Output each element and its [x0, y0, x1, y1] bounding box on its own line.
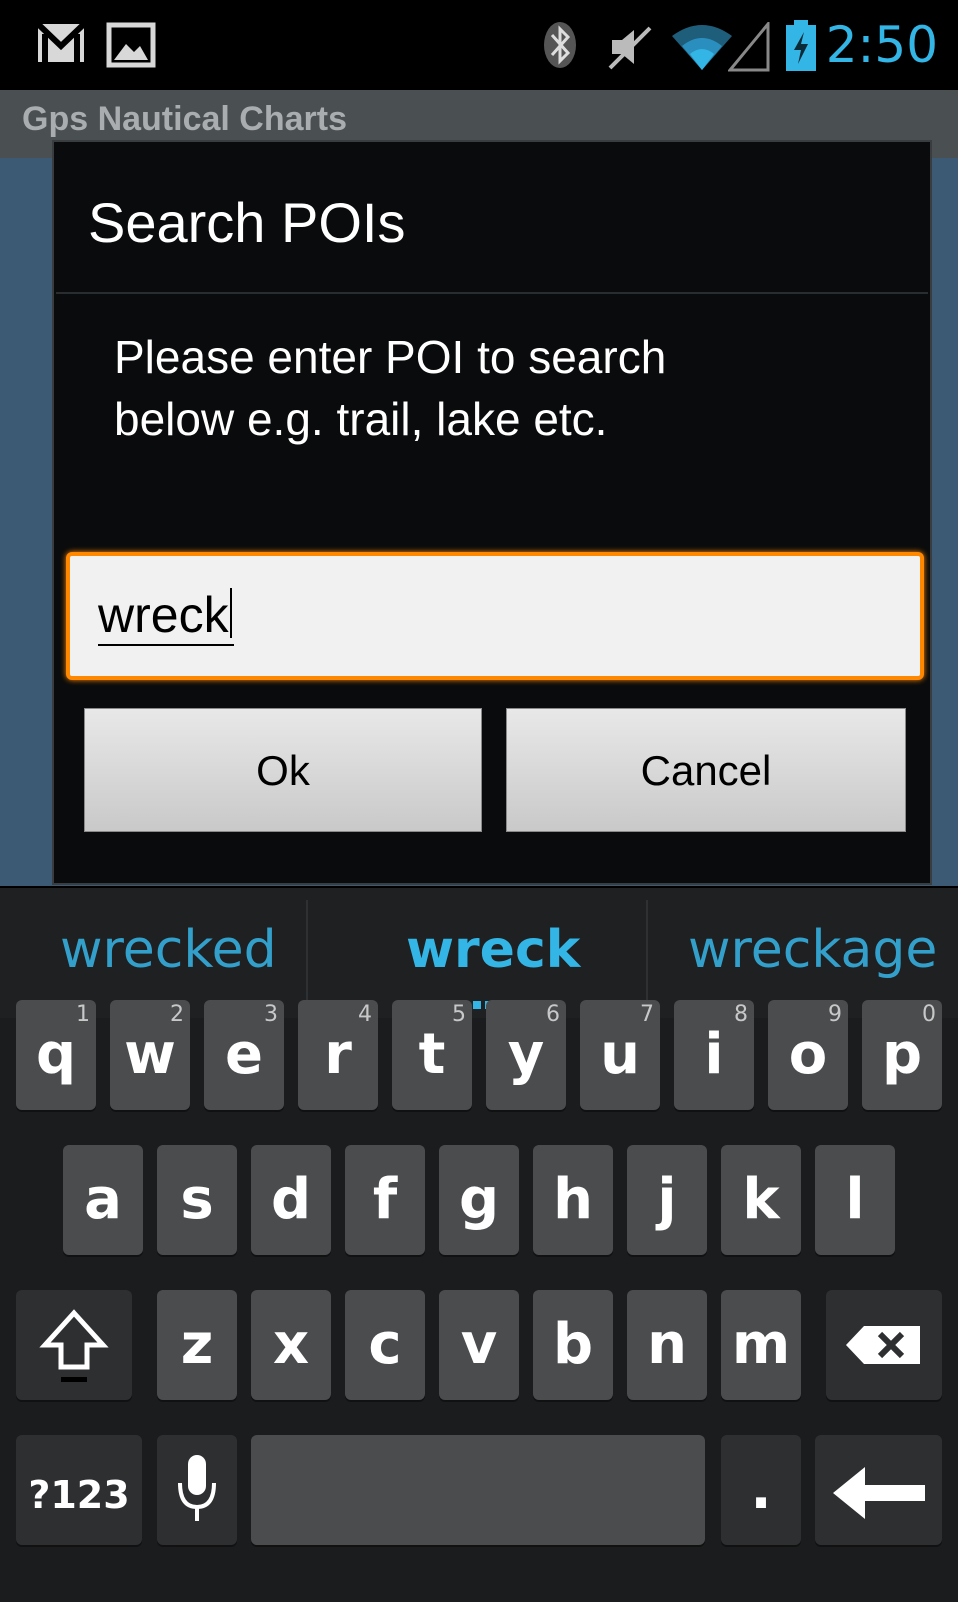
- suggestion-divider: [646, 900, 648, 1004]
- suggestion-wrecked[interactable]: wrecked: [60, 920, 277, 980]
- key-i[interactable]: i8: [674, 1000, 754, 1110]
- wifi-icon: [672, 25, 732, 70]
- muted-icon: [608, 26, 652, 70]
- key-c[interactable]: c: [345, 1290, 425, 1400]
- backspace-icon: [846, 1326, 920, 1364]
- key-m[interactable]: m: [721, 1290, 801, 1400]
- key-k[interactable]: k: [721, 1145, 801, 1255]
- battery-charging-icon: [786, 20, 816, 71]
- key-u[interactable]: u7: [580, 1000, 660, 1110]
- status-bar: 2:50: [0, 0, 958, 90]
- text-caret: [229, 588, 232, 638]
- key-z[interactable]: z: [157, 1290, 237, 1400]
- dialog-divider: [56, 292, 928, 294]
- app-title: Gps Nautical Charts: [22, 100, 347, 138]
- symbols-key[interactable]: ?123: [16, 1435, 142, 1545]
- space-key[interactable]: [251, 1435, 705, 1545]
- key-n[interactable]: n: [627, 1290, 707, 1400]
- key-p[interactable]: p0: [862, 1000, 942, 1110]
- enter-icon: [832, 1467, 925, 1519]
- ok-button[interactable]: Ok: [84, 708, 482, 832]
- poi-search-input[interactable]: wreck: [66, 552, 924, 680]
- suggestion-divider: [306, 900, 308, 1004]
- key-l[interactable]: l: [815, 1145, 895, 1255]
- suggestion-wreckage[interactable]: wreckage: [688, 920, 937, 980]
- key-o[interactable]: o9: [768, 1000, 848, 1110]
- period-key[interactable]: .: [721, 1435, 801, 1545]
- key-e[interactable]: e3: [204, 1000, 284, 1110]
- suggestion-wreck[interactable]: wreck: [406, 920, 580, 980]
- key-v[interactable]: v: [439, 1290, 519, 1400]
- delete-key[interactable]: [826, 1290, 942, 1400]
- key-h[interactable]: h: [533, 1145, 613, 1255]
- key-r[interactable]: r4: [298, 1000, 378, 1110]
- key-w[interactable]: w2: [110, 1000, 190, 1110]
- dialog-message-line-2: below e.g. trail, lake etc.: [114, 393, 608, 445]
- input-text: wreck: [98, 587, 229, 643]
- key-j[interactable]: j: [627, 1145, 707, 1255]
- poi-search-input-value[interactable]: wreck: [98, 586, 234, 646]
- key-s[interactable]: s: [157, 1145, 237, 1255]
- key-q[interactable]: q1: [16, 1000, 96, 1110]
- key-b[interactable]: b: [533, 1290, 613, 1400]
- dialog-message: Please enter POI to search below e.g. tr…: [114, 326, 894, 450]
- key-g[interactable]: g: [439, 1145, 519, 1255]
- mic-key[interactable]: [157, 1435, 237, 1545]
- dialog-title: Search POIs: [88, 191, 406, 254]
- clock: 2:50: [825, 16, 938, 74]
- key-d[interactable]: d: [251, 1145, 331, 1255]
- shift-icon: [39, 1309, 109, 1382]
- dialog-message-line-1: Please enter POI to search: [114, 331, 667, 383]
- microphone-icon: [178, 1455, 216, 1521]
- shift-key[interactable]: [16, 1290, 132, 1400]
- key-a[interactable]: a: [63, 1145, 143, 1255]
- key-t[interactable]: t5: [392, 1000, 472, 1110]
- gmail-icon: [36, 22, 86, 62]
- key-f[interactable]: f: [345, 1145, 425, 1255]
- key-x[interactable]: x: [251, 1290, 331, 1400]
- bluetooth-icon: [544, 22, 576, 68]
- gallery-icon: [106, 22, 156, 68]
- cancel-button[interactable]: Cancel: [506, 708, 906, 832]
- signal-icon: [728, 22, 770, 72]
- key-y[interactable]: y6: [486, 1000, 566, 1110]
- enter-key[interactable]: [815, 1435, 942, 1545]
